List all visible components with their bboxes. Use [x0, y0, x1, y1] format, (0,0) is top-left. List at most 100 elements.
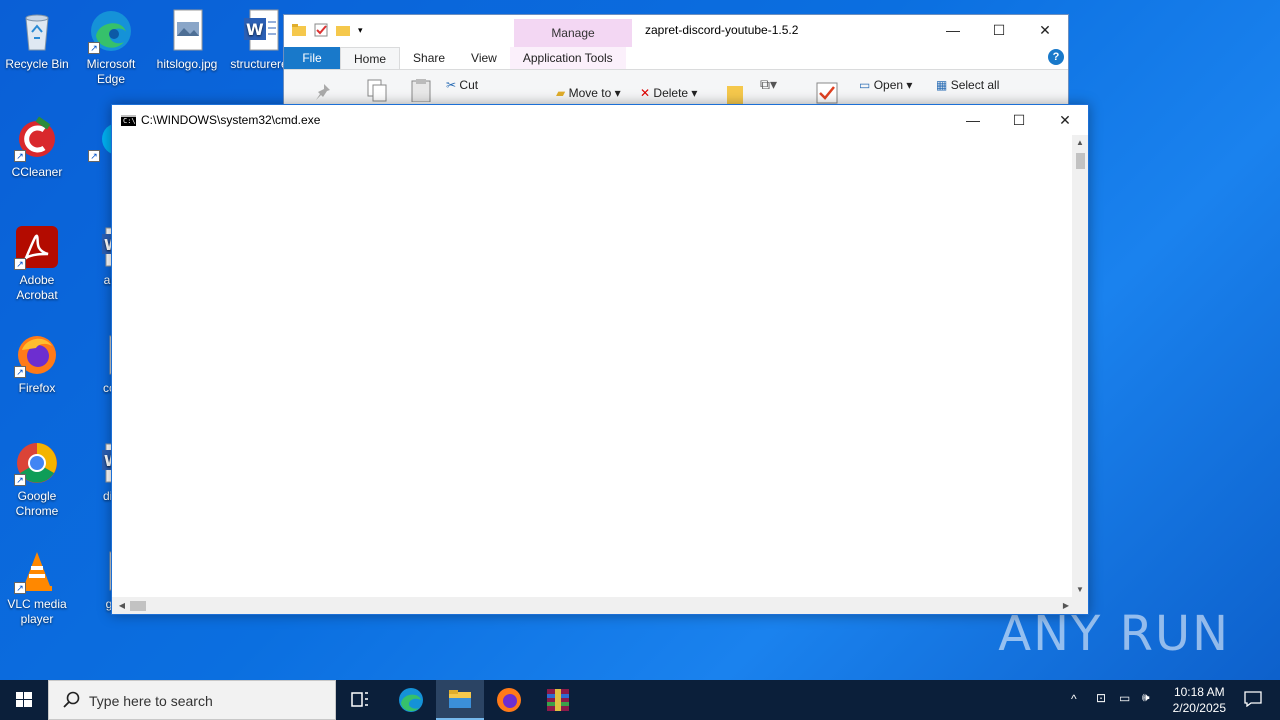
task-view-button[interactable] [336, 680, 384, 720]
minimize-icon[interactable]: — [930, 15, 976, 45]
taskbar-firefox[interactable] [485, 680, 533, 720]
tab-file[interactable]: File [284, 47, 340, 69]
desktop-icon-firefox[interactable]: ↗ Firefox [0, 332, 74, 396]
folder-icon [449, 690, 471, 708]
delete-button[interactable]: ✕ Delete ▾ [640, 86, 697, 100]
chevron-down-icon[interactable]: ▾ [358, 23, 372, 37]
scrollbar-corner [1072, 597, 1088, 614]
taskbar-edge[interactable] [387, 680, 435, 720]
tab-home[interactable]: Home [340, 47, 401, 69]
pin-icon[interactable] [314, 82, 334, 102]
show-hidden-icons[interactable]: ^ [1071, 692, 1077, 706]
open-button[interactable]: ▭ Open ▾ [859, 78, 912, 92]
tab-application-tools[interactable]: Application Tools [509, 47, 626, 69]
explorer-window-controls: — ☐ ✕ [930, 15, 1068, 45]
shortcut-arrow-icon: ↗ [14, 474, 26, 486]
desktop-icon-microsoft-edge[interactable]: ↗ Microsoft Edge [74, 8, 148, 87]
explorer-titlebar[interactable]: ▾ Manage zapret-discord-youtube-1.5.2 — … [284, 15, 1068, 47]
ccleaner-icon: ↗ [14, 116, 60, 162]
file-explorer-window[interactable]: ▾ Manage zapret-discord-youtube-1.5.2 — … [283, 14, 1069, 114]
cut-label: Cut [459, 78, 479, 92]
properties-icon[interactable] [314, 23, 328, 37]
desktop-icon-adobe-acrobat[interactable]: ↗ Adobe Acrobat [0, 224, 74, 303]
windows-logo-icon [16, 692, 32, 707]
taskbar-clock[interactable]: 10:18 AM 2/20/2025 [1173, 684, 1226, 716]
close-icon[interactable]: ✕ [1022, 15, 1068, 45]
ribbon-tabs: File Home Share View Application Tools [284, 47, 1068, 69]
horizontal-scrollbar[interactable]: ◀ ▶ [112, 597, 1074, 614]
scroll-left-icon[interactable]: ◀ [114, 597, 130, 614]
search-icon [63, 691, 81, 709]
desktop-icon-recycle-bin[interactable]: Recycle Bin [0, 8, 74, 72]
move-to-icon: ▰ [556, 86, 566, 100]
scrollbar-thumb[interactable] [130, 601, 146, 611]
maximize-icon[interactable]: ☐ [976, 15, 1022, 45]
network-icon[interactable]: ▭ [1119, 691, 1130, 705]
clock-date: 2/20/2025 [1172, 701, 1226, 715]
scroll-up-icon[interactable]: ▲ [1072, 135, 1088, 151]
help-icon[interactable]: ? [1048, 49, 1064, 65]
new-folder-icon[interactable] [336, 23, 350, 37]
desktop-icon-label: Adobe Acrobat [16, 273, 58, 302]
edge-icon: ↗ [88, 8, 134, 54]
copy-icon[interactable] [366, 78, 388, 105]
paste-icon[interactable] [410, 78, 432, 105]
cmd-icon: C:\ [121, 115, 136, 126]
cmd-console-area[interactable] [112, 135, 1074, 598]
volume-icon[interactable]: 🕪 [1142, 690, 1150, 705]
open-icon: ▭ [859, 78, 871, 92]
shortcut-arrow-icon: ↗ [14, 582, 26, 594]
firefox-icon [497, 688, 521, 712]
svg-text:W: W [246, 20, 264, 39]
desktop-icon-hitslogo[interactable]: hitslogo.jpg [150, 8, 224, 72]
scrollbar-thumb[interactable] [1076, 153, 1085, 169]
desktop-icon-label: Firefox [18, 381, 56, 395]
delete-label: Delete [653, 86, 689, 100]
winrar-icon [547, 689, 569, 711]
maximize-icon[interactable]: ☐ [996, 105, 1042, 135]
vlc-icon: ↗ [14, 548, 60, 594]
chrome-icon: ↗ [14, 440, 60, 486]
taskbar-file-explorer[interactable] [436, 680, 484, 720]
tab-manage[interactable]: Manage [514, 19, 632, 47]
cut-button[interactable]: ✂ Cut [446, 78, 478, 92]
move-to-label: Move to [568, 86, 612, 100]
scroll-down-icon[interactable]: ▼ [1072, 582, 1088, 598]
tab-share[interactable]: Share [400, 47, 458, 69]
new-folder-icon[interactable] [726, 80, 744, 107]
close-icon[interactable]: ✕ [1042, 105, 1088, 135]
shortcut-arrow-icon: ↗ [14, 366, 26, 378]
task-view-icon [351, 692, 368, 707]
notification-icon[interactable] [1244, 691, 1262, 708]
desktop-icon-label: Microsoft Edge [86, 57, 136, 86]
desktop-icon-ccleaner[interactable]: ↗ CCleaner [0, 116, 74, 180]
firefox-icon: ↗ [14, 332, 60, 378]
shortcut-arrow-icon: ↗ [14, 258, 26, 270]
word-document-icon: W [236, 8, 282, 54]
desktop-icon-label: VLC media player [7, 597, 67, 626]
explorer-title: zapret-discord-youtube-1.5.2 [645, 23, 799, 37]
desktop-icon-label: Google Chrome [15, 489, 59, 518]
minimize-icon[interactable]: — [950, 105, 996, 135]
vertical-scrollbar[interactable]: ▲ ▼ [1072, 135, 1088, 598]
tab-view[interactable]: View [458, 47, 510, 69]
desktop-icon-vlc[interactable]: ↗ VLC media player [0, 548, 74, 627]
move-to-button[interactable]: ▰ Move to ▾ [556, 86, 621, 100]
taskbar-search-box[interactable]: Type here to search [48, 680, 336, 720]
new-item-icon[interactable]: ⧉▾ [760, 76, 777, 93]
desktop-icon-google-chrome[interactable]: ↗ Google Chrome [0, 440, 74, 519]
open-label: Open [873, 78, 904, 92]
folder-icon[interactable] [292, 23, 306, 37]
start-button[interactable] [0, 680, 48, 720]
desktop-icon-label: CCleaner [11, 165, 63, 179]
select-all-button[interactable]: ▦ Select all [936, 78, 999, 92]
taskbar-winrar[interactable] [534, 680, 582, 720]
edge-icon [399, 688, 423, 712]
scissors-icon: ✂ [446, 78, 457, 92]
quick-access-toolbar: ▾ [292, 23, 372, 37]
cmd-titlebar[interactable]: C:\ C:\WINDOWS\system32\cmd.exe — ☐ ✕ [112, 105, 1088, 135]
cmd-window-controls: — ☐ ✕ [950, 105, 1088, 135]
device-icon[interactable]: ⊡ [1096, 691, 1106, 705]
delete-icon: ✕ [640, 86, 651, 100]
cmd-window[interactable]: C:\ C:\WINDOWS\system32\cmd.exe — ☐ ✕ ▲ … [111, 104, 1089, 615]
